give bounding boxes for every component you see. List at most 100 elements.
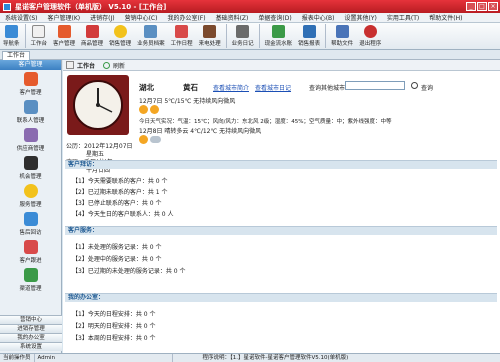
menu-marketing[interactable]: 营销中心(C) xyxy=(120,13,163,22)
menu-reports[interactable]: 报表中心(B) xyxy=(297,13,340,22)
phone-icon xyxy=(203,25,217,38)
staff-icon xyxy=(144,25,158,38)
menu-basic-data[interactable]: 基础资料(Z) xyxy=(211,13,254,22)
toolbar-help-button[interactable]: 帮助文件 xyxy=(328,23,356,47)
product-icon xyxy=(85,25,99,38)
sidebar-item-tracking[interactable]: 客户跟进 xyxy=(0,238,61,266)
section-customer-visits: 客户拜访： xyxy=(65,160,497,169)
workbench-panel: 工作台 刷新 公历：2012年12月07日 星期五 农历：壬辰(龙)年 十月廿四… xyxy=(63,60,500,353)
sidebar-header[interactable]: 客户管理 xyxy=(0,60,61,70)
navigation-icon xyxy=(4,25,18,38)
toolbar-product-button[interactable]: 商品管理 xyxy=(78,23,106,47)
toolbar-sales-button[interactable]: 销售管理 xyxy=(106,23,134,47)
weather-day1: 12月7日 5℃/15℃ 无持续风向微风 xyxy=(139,98,236,105)
tab-workbench[interactable]: 工作台 xyxy=(2,51,31,60)
report-icon xyxy=(302,25,316,38)
schedule-row-tomorrow[interactable]: 【2】明天的日程安排：共 0 个 xyxy=(72,321,155,330)
menu-help[interactable]: 帮助文件(H) xyxy=(424,13,467,22)
visit-row-today[interactable]: 【1】今天需要联系的客户：共 0 个 xyxy=(72,176,167,185)
schedule-row-week[interactable]: 【3】本周的日程安排：共 0 个 xyxy=(72,333,155,342)
supplier-icon xyxy=(23,128,38,142)
city-search-input[interactable] xyxy=(345,81,405,90)
toolbar-call-button[interactable]: 来电处理 xyxy=(196,23,224,47)
sidebar-item-contacts[interactable]: 联系人管理 xyxy=(0,98,61,126)
sidebar-item-channels[interactable]: 渠道管理 xyxy=(0,266,61,294)
diary-icon xyxy=(236,25,250,38)
service-row-unprocessed[interactable]: 【1】未处理的服务记录：共 0 个 xyxy=(72,242,161,251)
sidebar-item-followup-visits[interactable]: 售后回访 xyxy=(0,210,61,238)
sidebar-item-suppliers[interactable]: 供应商管理 xyxy=(0,126,61,154)
city-search-label: 查询其他城市 xyxy=(309,85,346,92)
maximize-button[interactable]: □ xyxy=(477,2,487,11)
menu-tools[interactable]: 实用工具(T) xyxy=(382,13,424,22)
weather-city: 黄石 xyxy=(183,83,198,92)
menu-office[interactable]: 我的办公室(F) xyxy=(162,13,210,22)
clock-center xyxy=(96,103,100,107)
visit-icon xyxy=(23,212,38,226)
sidebar-item-opportunities[interactable]: 机会管理 xyxy=(0,154,61,182)
toolbar-separator xyxy=(325,24,327,48)
refresh-button[interactable]: 刷新 xyxy=(113,61,125,70)
sidebar-item-customers[interactable]: 客户管理 xyxy=(0,70,61,98)
visit-row-overdue[interactable]: 【2】已过期未联系的客户：共 1 个 xyxy=(72,187,167,196)
clock-panel: 公历：2012年12月07日 星期五 农历：壬辰(龙)年 十月廿四 xyxy=(66,74,133,174)
sidebar-group-marketing[interactable]: 营销中心 xyxy=(0,315,62,324)
document-tabs: 工作台 xyxy=(0,50,500,60)
window-title: 星诺客户管理软件（单机版） V5.10 - [工作台] xyxy=(15,2,167,11)
clock-icon xyxy=(67,75,129,135)
toolbar-report-button[interactable]: 销售报表 xyxy=(295,23,323,47)
workbench-title: 工作台 xyxy=(77,62,96,70)
menu-system[interactable]: 系统设置(S) xyxy=(0,13,43,22)
toolbar-schedule-button[interactable]: 工作日程 xyxy=(168,23,196,47)
toolbar-customer-button[interactable]: 客户管理 xyxy=(50,23,78,47)
toolbar-diary-button[interactable]: 业务日记 xyxy=(229,23,257,47)
sun-icon xyxy=(139,135,148,144)
toolbar-nav-button[interactable]: 导航条 xyxy=(0,23,23,47)
calendar-icon xyxy=(175,25,189,38)
service-row-processing[interactable]: 【2】处理中的服务记录：共 0 个 xyxy=(72,254,161,263)
sidebar-group-settings[interactable]: 系统设置 xyxy=(0,342,62,351)
schedule-row-today[interactable]: 【1】今天的日程安排：共 0 个 xyxy=(72,309,155,318)
workbench-icon xyxy=(66,61,74,69)
toolbar-exit-button[interactable]: 退出程序 xyxy=(356,23,384,47)
toolbar-cashflow-button[interactable]: 现金流水账 xyxy=(262,23,296,47)
sidebar-group-office[interactable]: 我的办公室 xyxy=(0,333,62,342)
service-row-expired[interactable]: 【3】已过期的未处理的服务记录：共 0 个 xyxy=(72,266,185,275)
menu-settings[interactable]: 设置其他(Y) xyxy=(340,13,382,22)
search-icon xyxy=(411,82,418,89)
sun-icon xyxy=(139,105,148,114)
title-bar: 星诺客户管理软件（单机版） V5.10 - [工作台] _ □ × xyxy=(0,0,500,13)
app-icon xyxy=(3,2,11,11)
status-operator-label: 当前操作员 xyxy=(0,354,35,362)
menu-bar: 系统设置(S) 客户管理(K) 进销存(J) 营销中心(C) 我的办公室(F) … xyxy=(0,13,500,23)
toolbar-separator xyxy=(225,24,227,48)
cloud-icon xyxy=(150,136,161,143)
sun-icon xyxy=(150,105,159,114)
opportunity-icon xyxy=(23,156,38,170)
visit-row-birthday[interactable]: 【4】今天生日的客户联系人：共 0 人 xyxy=(72,209,173,218)
section-customer-service: 客户服务： xyxy=(65,226,497,235)
toolbar-staff-button[interactable]: 业务员档案 xyxy=(134,23,168,47)
sales-icon xyxy=(113,25,127,38)
city-diary-link[interactable]: 查看城市日记 xyxy=(255,83,291,92)
section-my-office: 我的办公室： xyxy=(65,293,497,302)
toolbar-separator xyxy=(258,24,260,48)
menu-documents[interactable]: 单据查询(D) xyxy=(253,13,296,22)
sidebar-group-inventory[interactable]: 进销存管理 xyxy=(0,324,62,333)
customer-icon xyxy=(57,25,71,38)
visit-row-stopped[interactable]: 【3】已停止联系的客户：共 0 个 xyxy=(72,198,161,207)
weather-day2: 12月8日 晴转多云 4℃/12℃ 无持续风向微风 xyxy=(139,128,262,135)
city-search-button[interactable]: 查询 xyxy=(421,83,433,92)
help-icon xyxy=(335,25,349,38)
close-button[interactable]: × xyxy=(488,2,498,11)
toolbar-workbench-button[interactable]: 工作台 xyxy=(28,23,51,47)
menu-inventory[interactable]: 进销存(J) xyxy=(85,13,119,22)
minimize-button[interactable]: _ xyxy=(466,2,476,11)
menu-customer[interactable]: 客户管理(K) xyxy=(43,13,86,22)
weather-province: 湖北 xyxy=(139,83,154,92)
toolbar: 导航条 工作台 客户管理 商品管理 销售管理 业务员档案 工作日程 来电处理 业… xyxy=(0,23,500,50)
sidebar-item-service[interactable]: 服务管理 xyxy=(0,182,61,210)
customer-icon xyxy=(23,72,38,86)
city-intro-link[interactable]: 查看城市简介 xyxy=(213,83,249,92)
workbench-icon xyxy=(32,25,46,38)
